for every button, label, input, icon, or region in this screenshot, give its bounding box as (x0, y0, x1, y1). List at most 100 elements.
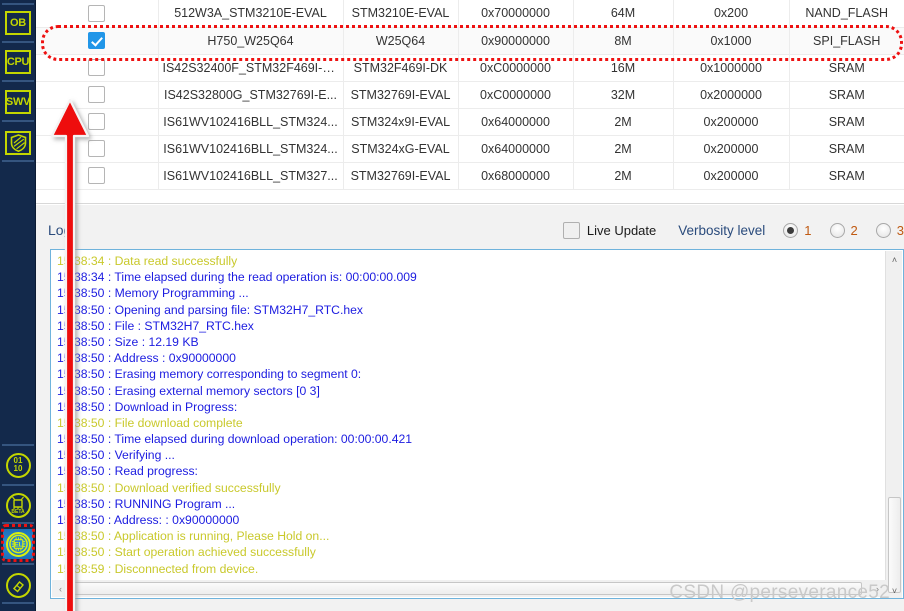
memory-table: 512W3A_STM3210E-EVAL STM3210E-EVAL 0x700… (36, 0, 904, 190)
row-checkbox-cell[interactable] (36, 108, 159, 136)
verbosity-option-2[interactable]: 2 (829, 222, 858, 238)
row-checkbox-cell[interactable] (36, 27, 159, 55)
cell-sector: 0x2000000 (673, 81, 790, 109)
cell-name: IS61WV102416BLL_STM324... (158, 108, 344, 136)
log-line: 15:38:50 : Application is running, Pleas… (57, 529, 330, 544)
table-row[interactable]: IS42S32800G_STM32769I-E... STM32769I-EVA… (36, 81, 904, 109)
table-row[interactable]: IS61WV102416BLL_STM327... STM32769I-EVAL… (36, 162, 904, 190)
cell-sector: 0x200000 (673, 108, 790, 136)
cell-address: 0xC0000000 (458, 54, 574, 82)
cpu-icon: CPU (5, 50, 31, 74)
log-line: 15:38:50 : Download verified successfull… (57, 480, 281, 495)
external-loader-icon-svg: EL (8, 534, 28, 554)
cell-sector: 0x200 (673, 0, 790, 28)
binary-label: 01 10 (13, 456, 23, 473)
toolbar-separator (2, 160, 34, 162)
beta-chip-icon: BETA (5, 492, 31, 518)
log-line: 15:38:50 : Address : 0x90000000 (57, 351, 236, 366)
cell-address: 0xC0000000 (458, 81, 574, 109)
scroll-left-icon[interactable]: ‹ (52, 580, 69, 597)
scroll-up-icon[interactable]: ˄ (886, 251, 903, 268)
sidebar-item-cpu[interactable]: CPU (3, 47, 33, 77)
svg-text:BETA: BETA (11, 509, 25, 515)
log-horizontal-scrollbar[interactable]: ‹ › (52, 580, 886, 597)
beta-chip-icon-svg: BETA (11, 496, 25, 515)
row-checkbox-checked[interactable] (88, 32, 106, 49)
log-output-box[interactable]: 15:38:34 : Data read successfully 15:38:… (50, 249, 904, 599)
log-line: 15:38:50 : Memory Programming ... (57, 286, 249, 301)
log-vertical-scrollbar[interactable]: ˄ ˅ (885, 251, 903, 598)
log-line: 15:38:34 : Data read successfully (57, 254, 238, 268)
sidebar-item-binary[interactable]: 01 10 (3, 450, 33, 480)
row-checkbox[interactable] (88, 140, 106, 157)
cell-size: 32M (573, 81, 674, 109)
radio-icon-3[interactable] (875, 222, 891, 238)
left-toolbar: OB CPU SWV 01 10 BETA EL (0, 0, 36, 611)
table-row[interactable]: IS61WV102416BLL_STM324... STM324xG-EVAL … (36, 135, 904, 163)
cell-board: STM3210E-EVAL (343, 0, 459, 28)
row-checkbox[interactable] (88, 59, 106, 76)
verbosity-option-3[interactable]: 3 (875, 222, 904, 238)
verbosity-2-label: 2 (850, 222, 858, 238)
table-row[interactable]: IS61WV102416BLL_STM324... STM324x9I-EVAL… (36, 108, 904, 136)
log-line: 15:38:50 : Opening and parsing file: STM… (57, 302, 363, 317)
row-checkbox-cell[interactable] (36, 162, 159, 190)
toolbar-separator (2, 444, 34, 446)
row-checkbox[interactable] (88, 86, 106, 103)
sidebar-item-external-loader[interactable]: EL (3, 529, 33, 559)
log-line: 15:38:50 : Time elapsed during download … (57, 432, 413, 447)
cell-size: 2M (573, 135, 674, 163)
cell-type: SRAM (789, 81, 904, 109)
sidebar-item-security[interactable] (3, 128, 33, 158)
log-line: 15:38:50 : Download in Progress: (57, 399, 238, 414)
log-panel: Log Live Update Verbosity level 1 2 3 15… (36, 205, 904, 611)
sidebar-item-beta[interactable]: BETA (3, 490, 33, 520)
row-checkbox-cell[interactable] (36, 0, 159, 28)
cell-board: STM324xG-EVAL (343, 135, 459, 163)
table-row-selected[interactable]: H750_W25Q64 W25Q64 0x90000000 8M 0x1000 … (36, 27, 904, 55)
swv-label: SWV (5, 95, 31, 108)
verbosity-option-1[interactable]: 1 (783, 222, 812, 238)
sidebar-item-ob[interactable]: OB (3, 8, 33, 38)
cell-address: 0x70000000 (458, 0, 574, 28)
radio-icon-2[interactable] (829, 222, 845, 238)
radio-icon-1[interactable] (783, 222, 799, 238)
scroll-right-icon[interactable]: › (869, 580, 886, 597)
log-line: 15:38:50 : Size : 12.19 KB (57, 334, 199, 349)
table-row[interactable]: 512W3A_STM3210E-EVAL STM3210E-EVAL 0x700… (36, 0, 904, 28)
log-line: 15:38:50 : Erasing external memory secto… (57, 383, 320, 398)
sidebar-item-swv[interactable]: SWV (3, 87, 33, 117)
cell-type: SRAM (789, 162, 904, 190)
cpu-label: CPU (6, 55, 30, 68)
row-checkbox-cell[interactable] (36, 135, 159, 163)
log-line: 15:38:50 : File download complete (57, 415, 243, 430)
eraser-icon-svg (12, 580, 24, 592)
log-header: Log Live Update Verbosity level 1 2 3 (36, 215, 904, 245)
row-checkbox[interactable] (88, 113, 106, 130)
log-line: 15:38:50 : File : STM32H7_RTC.hex (57, 318, 254, 333)
table-row[interactable]: IS42S32400F_STM32F469I-DK STM32F469I-DK … (36, 54, 904, 82)
cell-size: 2M (573, 108, 674, 136)
vertical-scroll-thumb[interactable] (888, 497, 901, 593)
horizontal-scroll-thumb[interactable] (72, 582, 862, 595)
row-checkbox[interactable] (88, 167, 106, 184)
toolbar-separator (2, 563, 34, 565)
live-update-checkbox[interactable] (562, 221, 580, 239)
row-checkbox-cell[interactable] (36, 81, 159, 109)
cell-board: STM32769I-EVAL (343, 81, 459, 109)
toolbar-separator (2, 3, 34, 5)
cell-name: H750_W25Q64 (158, 27, 344, 55)
sidebar-item-erase[interactable] (3, 570, 33, 600)
toolbar-separator (2, 80, 34, 82)
live-update-label: Live Update (586, 222, 657, 238)
cell-address: 0x64000000 (458, 108, 574, 136)
cell-name: 512W3A_STM3210E-EVAL (158, 0, 344, 28)
row-checkbox[interactable] (88, 4, 106, 22)
cell-size: 16M (573, 54, 674, 82)
log-controls: Live Update Verbosity level 1 2 3 (562, 215, 904, 245)
scroll-down-icon[interactable]: ˅ (886, 582, 903, 598)
ob-label: OB (10, 16, 26, 29)
cell-type: SPI_FLASH (789, 27, 904, 55)
row-checkbox-cell[interactable] (36, 54, 159, 82)
cell-name: IS61WV102416BLL_STM327... (158, 162, 344, 190)
